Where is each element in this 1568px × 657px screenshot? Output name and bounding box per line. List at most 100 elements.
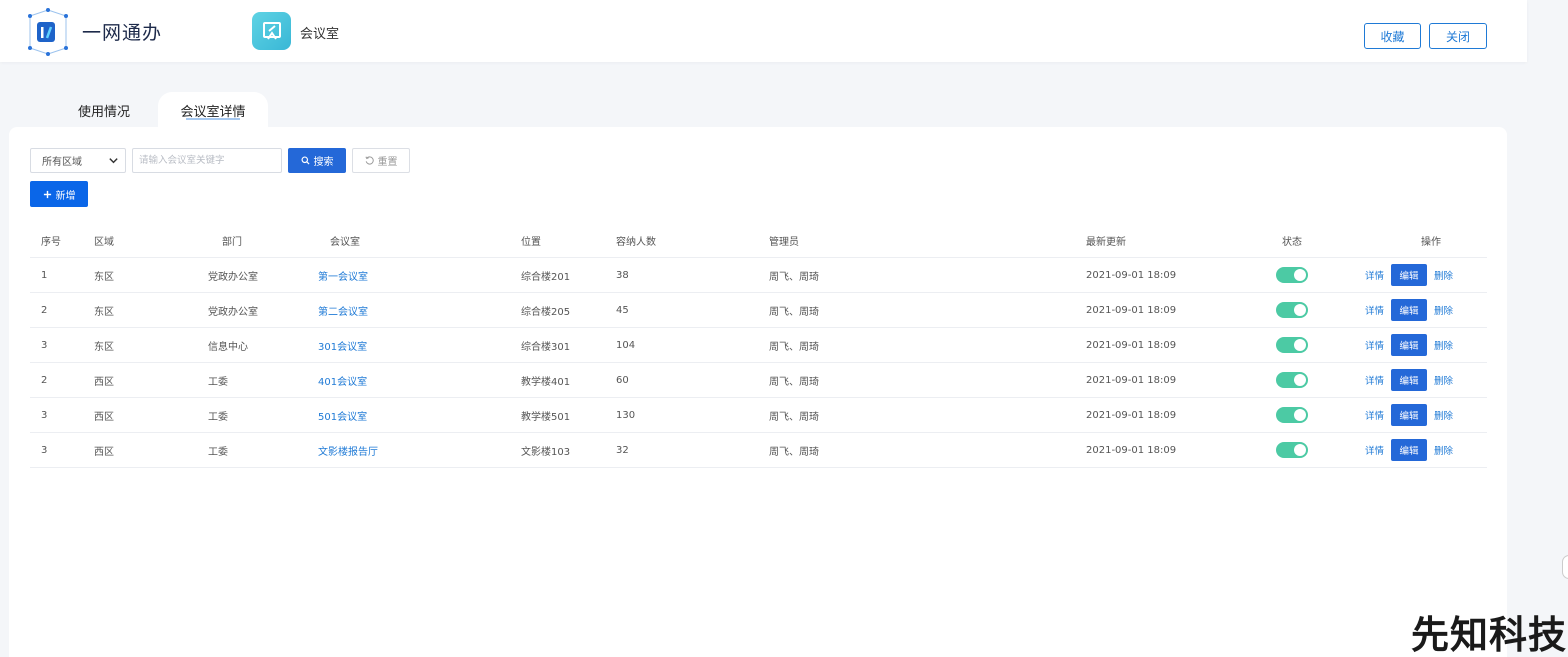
detail-link[interactable]: 详情 <box>1365 408 1384 422</box>
header-dept: 部门 <box>222 236 242 248</box>
cell-updated: 2021-09-01 18:09 <box>1086 444 1177 456</box>
cell-dept: 工委 <box>208 446 228 458</box>
cell-location: 教学楼401 <box>521 376 571 388</box>
cell-dept: 党政办公室 <box>208 271 258 283</box>
delete-link[interactable]: 删除 <box>1434 373 1453 387</box>
cell-admin: 周飞、周琦 <box>769 411 819 423</box>
status-toggle[interactable] <box>1276 407 1308 423</box>
status-cell <box>1276 293 1308 327</box>
add-room-button[interactable]: 新增 <box>30 181 88 207</box>
cell-location: 综合楼301 <box>521 341 571 353</box>
chevron-down-icon <box>109 158 118 164</box>
tab-room-detail-label: 会议室详情 <box>180 104 246 120</box>
status-cell <box>1276 258 1308 292</box>
favorite-button[interactable]: 收藏 <box>1364 23 1421 49</box>
cell-capacity: 60 <box>616 374 629 386</box>
cell-location: 教学楼501 <box>521 411 571 423</box>
header-ops: 操作 <box>1421 236 1441 248</box>
ops-cell: 详情 编辑 删除 <box>1365 433 1453 467</box>
cell-updated: 2021-09-01 18:09 <box>1086 269 1177 281</box>
edit-button[interactable]: 编辑 <box>1391 264 1428 286</box>
edit-button[interactable]: 编辑 <box>1391 439 1428 461</box>
header-status: 状态 <box>1282 236 1302 248</box>
table-row: 1 东区 党政办公室 第一会议室 综合楼201 38 周飞、周琦 2021-09-01 18:… <box>30 258 1487 293</box>
table-row: 3 西区 工委 501会议室 教学楼501 130 周飞、周琦 2021-09-01 18:0… <box>30 398 1487 433</box>
side-handle[interactable] <box>1562 555 1568 579</box>
plus-icon <box>43 190 51 198</box>
room-name-link[interactable]: 501会议室 <box>318 398 367 432</box>
room-name-link[interactable]: 301会议室 <box>318 328 367 362</box>
delete-link[interactable]: 删除 <box>1434 338 1453 352</box>
detail-link[interactable]: 详情 <box>1365 373 1384 387</box>
edit-button[interactable]: 编辑 <box>1391 299 1428 321</box>
cell-seq: 2 <box>41 304 48 316</box>
cell-updated: 2021-09-01 18:09 <box>1086 374 1177 386</box>
table-row: 2 西区 工委 401会议室 教学楼401 60 周飞、周琦 2021-09-01 18:09… <box>30 363 1487 398</box>
header-location: 位置 <box>521 236 541 248</box>
top-header: 一网通办 会议室 收藏 关闭 <box>0 0 1527 62</box>
add-room-button-label: 新增 <box>55 190 76 202</box>
status-toggle[interactable] <box>1276 337 1308 353</box>
cell-area: 西区 <box>94 411 114 423</box>
room-name-link[interactable]: 文影楼报告厅 <box>318 433 378 467</box>
cell-capacity: 45 <box>616 304 629 316</box>
cell-area: 东区 <box>94 341 114 353</box>
delete-link[interactable]: 删除 <box>1434 443 1453 457</box>
cell-seq: 3 <box>41 409 48 421</box>
status-toggle[interactable] <box>1276 372 1308 388</box>
reset-button-label: 重置 <box>377 157 398 168</box>
search-button[interactable]: 搜索 <box>288 148 346 173</box>
delete-link[interactable]: 删除 <box>1434 268 1453 282</box>
room-name-link[interactable]: 第二会议室 <box>318 293 368 327</box>
tab-room-detail[interactable]: 会议室详情 <box>158 92 268 128</box>
cell-admin: 周飞、周琦 <box>769 446 819 458</box>
cell-seq: 3 <box>41 339 48 351</box>
ops-cell: 详情 编辑 删除 <box>1365 398 1453 432</box>
search-icon <box>300 156 310 165</box>
ops-cell: 详情 编辑 删除 <box>1365 293 1453 327</box>
ops-cell: 详情 编辑 删除 <box>1365 328 1453 362</box>
status-cell <box>1276 433 1308 467</box>
delete-link[interactable]: 删除 <box>1434 303 1453 317</box>
cell-seq: 1 <box>41 269 48 281</box>
detail-link[interactable]: 详情 <box>1365 303 1384 317</box>
edit-button[interactable]: 编辑 <box>1391 334 1428 356</box>
meeting-room-app-icon <box>252 12 291 50</box>
reset-button[interactable]: 重置 <box>352 148 410 173</box>
cell-location: 文影楼103 <box>521 446 571 458</box>
table-row: 3 东区 信息中心 301会议室 综合楼301 104 周飞、周琦 2021-09-01 18… <box>30 328 1487 363</box>
logo-text: 一网通办 <box>82 22 163 44</box>
close-button[interactable]: 关闭 <box>1429 23 1487 49</box>
area-select-value: 所有区域 <box>42 157 82 168</box>
status-toggle[interactable] <box>1276 442 1308 458</box>
app-name: 会议室 <box>300 27 340 42</box>
room-search-input[interactable] <box>132 148 282 173</box>
search-button-label: 搜索 <box>313 157 334 168</box>
status-cell <box>1276 328 1308 362</box>
cell-admin: 周飞、周琦 <box>769 376 819 388</box>
detail-link[interactable]: 详情 <box>1365 338 1384 352</box>
cell-dept: 工委 <box>208 411 228 423</box>
cell-seq: 3 <box>41 444 48 456</box>
tab-usage[interactable]: 使用情况 <box>56 92 152 128</box>
area-select[interactable]: 所有区域 <box>30 148 126 173</box>
edit-button[interactable]: 编辑 <box>1391 404 1428 426</box>
status-toggle[interactable] <box>1276 302 1308 318</box>
room-name-link[interactable]: 401会议室 <box>318 363 367 397</box>
status-toggle[interactable] <box>1276 267 1308 283</box>
reset-icon <box>364 156 374 165</box>
table-row: 2 东区 党政办公室 第二会议室 综合楼205 45 周飞、周琦 2021-09-01 18:… <box>30 293 1487 328</box>
logo-icon <box>26 8 70 56</box>
ops-cell: 详情 编辑 删除 <box>1365 363 1453 397</box>
cell-area: 西区 <box>94 446 114 458</box>
header-admin: 管理员 <box>769 236 799 248</box>
detail-link[interactable]: 详情 <box>1365 443 1384 457</box>
cell-updated: 2021-09-01 18:09 <box>1086 339 1177 351</box>
edit-button[interactable]: 编辑 <box>1391 369 1428 391</box>
detail-link[interactable]: 详情 <box>1365 268 1384 282</box>
delete-link[interactable]: 删除 <box>1434 408 1453 422</box>
cell-area: 东区 <box>94 271 114 283</box>
watermark: 先知科技 <box>1411 613 1568 657</box>
status-cell <box>1276 363 1308 397</box>
room-name-link[interactable]: 第一会议室 <box>318 258 368 292</box>
